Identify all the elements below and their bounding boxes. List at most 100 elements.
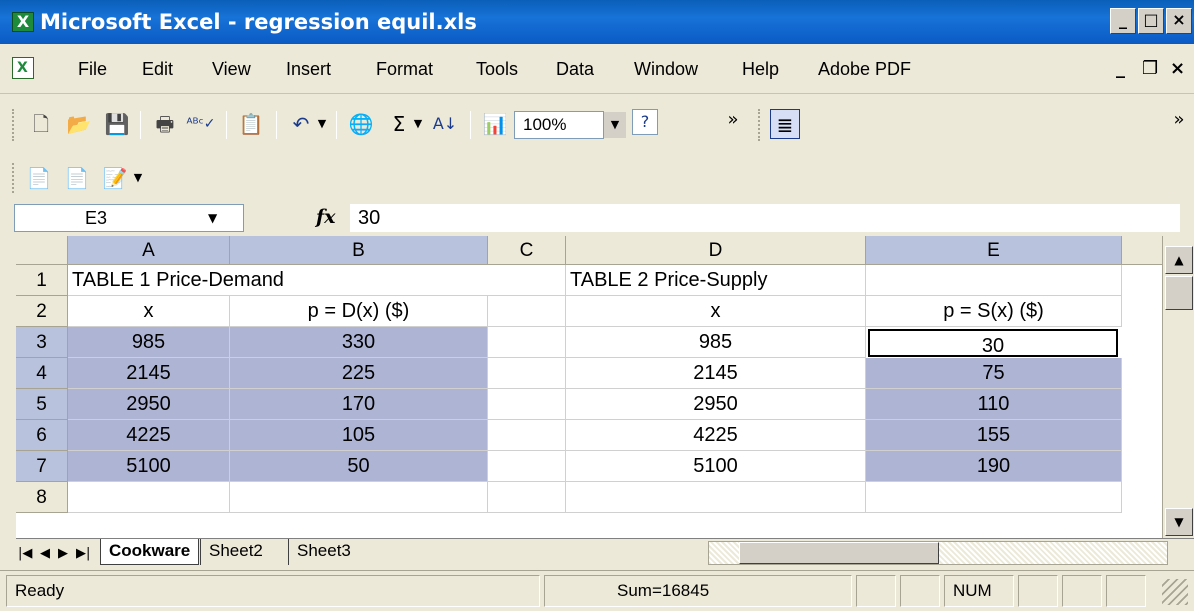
first-sheet-icon[interactable]: |◀ <box>18 545 32 563</box>
cell-b4[interactable]: 225 <box>230 358 488 389</box>
cell-d3[interactable]: 985 <box>566 327 866 358</box>
column-header-d[interactable]: D <box>566 236 866 265</box>
cell-e1[interactable] <box>866 265 1122 296</box>
workbook-icon[interactable] <box>12 57 34 79</box>
convert-and-review-icon[interactable]: 📝 <box>100 163 130 193</box>
scroll-up-icon[interactable]: ▲ <box>1165 246 1193 274</box>
help-icon[interactable]: ? <box>632 109 658 135</box>
cell-e5[interactable]: 110 <box>866 389 1122 420</box>
cell-d7[interactable]: 5100 <box>566 451 866 482</box>
undo-icon[interactable]: ↶ <box>286 109 316 139</box>
horizontal-scroll-thumb[interactable] <box>739 542 939 564</box>
cell-d6[interactable]: 4225 <box>566 420 866 451</box>
cell-e4[interactable]: 75 <box>866 358 1122 389</box>
prev-sheet-icon[interactable]: ◀ <box>40 545 50 563</box>
zoom-select[interactable]: 100% <box>514 111 604 139</box>
cell-b8[interactable] <box>230 482 488 513</box>
toolbar-grip[interactable] <box>12 163 16 193</box>
name-box-dropdown-icon[interactable]: ▼ <box>208 212 217 224</box>
excel-app-icon[interactable]: X <box>12 12 34 32</box>
convert-and-email-icon[interactable]: 📄 <box>62 163 92 193</box>
print-icon[interactable]: 🖶 <box>150 109 180 139</box>
row-header-3[interactable]: 3 <box>16 327 68 358</box>
toolbar-grip[interactable] <box>758 109 762 141</box>
cell-e3[interactable]: 30 <box>868 329 1118 357</box>
cell-d5[interactable]: 2950 <box>566 389 866 420</box>
insert-function-icon[interactable]: fx <box>316 206 336 228</box>
menu-insert[interactable]: Insert <box>286 58 331 80</box>
sheet-tab-sheet2[interactable]: Sheet2 <box>200 539 271 565</box>
cell-b3[interactable]: 330 <box>230 327 488 358</box>
cell-d1[interactable]: TABLE 2 Price-Supply <box>566 265 866 296</box>
last-sheet-icon[interactable]: ▶| <box>76 545 90 563</box>
spelling-icon[interactable]: ᴬᴮᶜ✓ <box>186 109 216 139</box>
column-header-b[interactable]: B <box>230 236 488 265</box>
menu-adobe-pdf[interactable]: Adobe PDF <box>818 58 911 80</box>
pdf-dropdown-icon[interactable]: ▼ <box>130 163 146 193</box>
cell-a5[interactable]: 2950 <box>68 389 230 420</box>
row-header-7[interactable]: 7 <box>16 451 68 482</box>
cell-b2[interactable]: p = D(x) ($) <box>230 296 488 327</box>
hyperlink-icon[interactable]: 🌐 <box>346 109 376 139</box>
doc-minimize-button[interactable]: _ <box>1116 58 1125 80</box>
save-icon[interactable]: 💾 <box>102 109 132 139</box>
row-header-5[interactable]: 5 <box>16 389 68 420</box>
menu-window[interactable]: Window <box>634 58 698 80</box>
align-left-icon[interactable]: ≣ <box>770 109 800 139</box>
open-icon[interactable]: 📂 <box>64 109 94 139</box>
menu-help[interactable]: Help <box>742 58 779 80</box>
autosum-dropdown-icon[interactable]: ▼ <box>410 109 426 139</box>
menu-view[interactable]: View <box>212 58 251 80</box>
cell-e8[interactable] <box>866 482 1122 513</box>
cell-d8[interactable] <box>566 482 866 513</box>
scroll-down-icon[interactable]: ▼ <box>1165 508 1193 536</box>
sort-ascending-icon[interactable]: A↓ <box>430 109 460 139</box>
chart-wizard-icon[interactable]: 📊 <box>480 109 510 139</box>
cell-a1[interactable]: TABLE 1 Price-Demand <box>68 265 488 296</box>
cell-a7[interactable]: 5100 <box>68 451 230 482</box>
column-header-c[interactable]: C <box>488 236 566 265</box>
vertical-scrollbar[interactable]: ▲ ▼ <box>1162 236 1194 538</box>
cell-d4[interactable]: 2145 <box>566 358 866 389</box>
cell-a8[interactable] <box>68 482 230 513</box>
cell-c5[interactable] <box>488 389 566 420</box>
sheet-tab-sheet3[interactable]: Sheet3 <box>288 539 359 565</box>
toolbar-options-icon[interactable]: » <box>718 105 748 135</box>
worksheet-grid[interactable]: A B C D E 1 2 3 4 5 6 7 8 TABLE 1 Price-… <box>16 236 1194 538</box>
row-header-6[interactable]: 6 <box>16 420 68 451</box>
menu-format[interactable]: Format <box>376 58 433 80</box>
cell-d2[interactable]: x <box>566 296 866 327</box>
row-header-8[interactable]: 8 <box>16 482 68 513</box>
row-header-4[interactable]: 4 <box>16 358 68 389</box>
menu-tools[interactable]: Tools <box>476 58 518 80</box>
cell-c8[interactable] <box>488 482 566 513</box>
cell-c2[interactable] <box>488 296 566 327</box>
cell-c4[interactable] <box>488 358 566 389</box>
close-button[interactable]: × <box>1166 8 1192 34</box>
title-bar[interactable]: X Microsoft Excel - regression equil.xls… <box>0 0 1194 44</box>
sheet-tab-cookware[interactable]: Cookware <box>100 539 200 565</box>
restore-button[interactable]: □ <box>1138 8 1164 34</box>
cell-a2[interactable]: x <box>68 296 230 327</box>
resize-grip-icon[interactable] <box>1162 579 1188 605</box>
undo-dropdown-icon[interactable]: ▼ <box>314 109 330 139</box>
cell-c7[interactable] <box>488 451 566 482</box>
cell-a3[interactable]: 985 <box>68 327 230 358</box>
cell-e7[interactable]: 190 <box>866 451 1122 482</box>
next-sheet-icon[interactable]: ▶ <box>58 545 68 563</box>
menu-data[interactable]: Data <box>556 58 594 80</box>
doc-restore-button[interactable]: ❐ <box>1142 58 1158 80</box>
menu-edit[interactable]: Edit <box>142 58 173 80</box>
doc-close-button[interactable]: × <box>1170 58 1185 80</box>
cell-c6[interactable] <box>488 420 566 451</box>
cell-e2[interactable]: p = S(x) ($) <box>866 296 1122 327</box>
formatting-options-icon[interactable]: » <box>1164 105 1194 135</box>
new-icon[interactable]: 🗋 <box>26 109 56 139</box>
cell-b7[interactable]: 50 <box>230 451 488 482</box>
toolbar-grip[interactable] <box>12 109 16 141</box>
cell-a4[interactable]: 2145 <box>68 358 230 389</box>
cell-a6[interactable]: 4225 <box>68 420 230 451</box>
cell-b5[interactable]: 170 <box>230 389 488 420</box>
row-header-2[interactable]: 2 <box>16 296 68 327</box>
row-header-1[interactable]: 1 <box>16 265 68 296</box>
